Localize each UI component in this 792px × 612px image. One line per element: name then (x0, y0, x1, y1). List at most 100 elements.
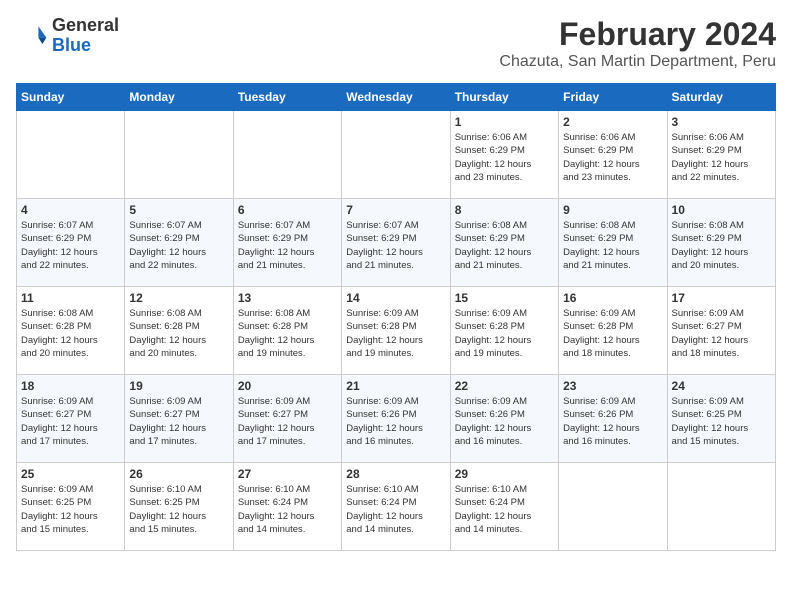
day-number: 1 (455, 115, 554, 129)
calendar-cell (17, 111, 125, 199)
header-tuesday: Tuesday (233, 84, 341, 111)
header-sunday: Sunday (17, 84, 125, 111)
day-info: Sunrise: 6:08 AM Sunset: 6:28 PM Dayligh… (21, 307, 120, 360)
day-info: Sunrise: 6:09 AM Sunset: 6:28 PM Dayligh… (346, 307, 445, 360)
day-number: 8 (455, 203, 554, 217)
day-number: 28 (346, 467, 445, 481)
day-info: Sunrise: 6:09 AM Sunset: 6:26 PM Dayligh… (346, 395, 445, 448)
day-info: Sunrise: 6:09 AM Sunset: 6:28 PM Dayligh… (455, 307, 554, 360)
day-number: 21 (346, 379, 445, 393)
calendar-cell: 6Sunrise: 6:07 AM Sunset: 6:29 PM Daylig… (233, 199, 341, 287)
day-info: Sunrise: 6:09 AM Sunset: 6:27 PM Dayligh… (21, 395, 120, 448)
day-number: 10 (672, 203, 771, 217)
calendar-week-2: 4 Sunrise: 6:07 AM Sunset: 6:29 PM Daylig… (17, 199, 776, 287)
header-friday: Friday (559, 84, 667, 111)
calendar-cell: 29 Sunrise: 6:10 AM Sunset: 6:24 PM Dayli… (450, 463, 558, 551)
calendar-cell: 19 Sunrise: 6:09 AM Sunset: 6:27 PM Dayli… (125, 375, 233, 463)
calendar-cell: 2 Sunrise: 6:06 AM Sunset: 6:29 PM Daylig… (559, 111, 667, 199)
calendar-week-4: 18 Sunrise: 6:09 AM Sunset: 6:27 PM Dayli… (17, 375, 776, 463)
day-number: 19 (129, 379, 228, 393)
day-info: Sunrise: 6:09 AM Sunset: 6:28 PM Dayligh… (563, 307, 662, 360)
day-info: Sunrise: 6:08 AM Sunset: 6:29 PM Dayligh… (672, 219, 771, 272)
day-info: Sunrise: 6:10 AM Sunset: 6:24 PM Dayligh… (455, 483, 554, 536)
day-info: Sunrise: 6:10 AM Sunset: 6:25 PM Dayligh… (129, 483, 228, 536)
day-number: 2 (563, 115, 662, 129)
logo-text: General Blue (52, 16, 119, 56)
day-number: 4 (21, 203, 120, 217)
day-info: Sunrise: 6:07 AM Sunset: 6:29 PM Dayligh… (346, 219, 445, 272)
page-header: General Blue February 2024 Chazuta, San … (16, 16, 776, 71)
calendar-cell (233, 111, 341, 199)
calendar-cell: 16 Sunrise: 6:09 AM Sunset: 6:28 PM Dayli… (559, 287, 667, 375)
calendar-cell: 20 Sunrise: 6:09 AM Sunset: 6:27 PM Dayli… (233, 375, 341, 463)
day-info: Sunrise: 6:07 AM Sunset: 6:29 PM Dayligh… (238, 219, 337, 272)
calendar-week-1: 1 Sunrise: 6:06 AM Sunset: 6:29 PM Daylig… (17, 111, 776, 199)
header-thursday: Thursday (450, 84, 558, 111)
day-number: 3 (672, 115, 771, 129)
day-number: 16 (563, 291, 662, 305)
calendar-cell: 3 Sunrise: 6:06 AM Sunset: 6:29 PM Daylig… (667, 111, 775, 199)
day-number: 20 (238, 379, 337, 393)
day-info: Sunrise: 6:09 AM Sunset: 6:27 PM Dayligh… (129, 395, 228, 448)
calendar-table: SundayMondayTuesdayWednesdayThursdayFrid… (16, 83, 776, 551)
title-section: February 2024 Chazuta, San Martin Depart… (499, 16, 776, 71)
day-number: 7 (346, 203, 445, 217)
day-info: Sunrise: 6:07 AM Sunset: 6:29 PM Dayligh… (129, 219, 228, 272)
calendar-cell: 1Sunrise: 6:06 AM Sunset: 6:29 PM Daylig… (450, 111, 558, 199)
day-number: 9 (563, 203, 662, 217)
day-number: 14 (346, 291, 445, 305)
calendar-cell: 27 Sunrise: 6:10 AM Sunset: 6:24 PM Dayli… (233, 463, 341, 551)
day-info: Sunrise: 6:08 AM Sunset: 6:29 PM Dayligh… (455, 219, 554, 272)
calendar-week-3: 11 Sunrise: 6:08 AM Sunset: 6:28 PM Dayli… (17, 287, 776, 375)
calendar-cell: 28 Sunrise: 6:10 AM Sunset: 6:24 PM Dayli… (342, 463, 450, 551)
calendar-cell: 15 Sunrise: 6:09 AM Sunset: 6:28 PM Dayli… (450, 287, 558, 375)
calendar-header-row: SundayMondayTuesdayWednesdayThursdayFrid… (17, 84, 776, 111)
day-info: Sunrise: 6:08 AM Sunset: 6:28 PM Dayligh… (238, 307, 337, 360)
day-number: 12 (129, 291, 228, 305)
day-info: Sunrise: 6:06 AM Sunset: 6:29 PM Dayligh… (563, 131, 662, 184)
day-number: 22 (455, 379, 554, 393)
calendar-cell: 21 Sunrise: 6:09 AM Sunset: 6:26 PM Dayli… (342, 375, 450, 463)
day-info: Sunrise: 6:09 AM Sunset: 6:25 PM Dayligh… (21, 483, 120, 536)
header-wednesday: Wednesday (342, 84, 450, 111)
day-info: Sunrise: 6:10 AM Sunset: 6:24 PM Dayligh… (346, 483, 445, 536)
day-info: Sunrise: 6:09 AM Sunset: 6:27 PM Dayligh… (238, 395, 337, 448)
day-number: 26 (129, 467, 228, 481)
header-monday: Monday (125, 84, 233, 111)
day-number: 27 (238, 467, 337, 481)
calendar-cell: 11 Sunrise: 6:08 AM Sunset: 6:28 PM Dayli… (17, 287, 125, 375)
day-number: 15 (455, 291, 554, 305)
calendar-cell: 10 Sunrise: 6:08 AM Sunset: 6:29 PM Dayli… (667, 199, 775, 287)
calendar-cell: 23 Sunrise: 6:09 AM Sunset: 6:26 PM Dayli… (559, 375, 667, 463)
logo: General Blue (16, 16, 119, 56)
header-saturday: Saturday (667, 84, 775, 111)
day-info: Sunrise: 6:06 AM Sunset: 6:29 PM Dayligh… (672, 131, 771, 184)
calendar-cell (667, 463, 775, 551)
calendar-cell: 18 Sunrise: 6:09 AM Sunset: 6:27 PM Dayli… (17, 375, 125, 463)
day-number: 29 (455, 467, 554, 481)
day-number: 13 (238, 291, 337, 305)
day-number: 18 (21, 379, 120, 393)
day-number: 23 (563, 379, 662, 393)
calendar-cell: 24Sunrise: 6:09 AM Sunset: 6:25 PM Dayli… (667, 375, 775, 463)
calendar-cell: 14 Sunrise: 6:09 AM Sunset: 6:28 PM Dayli… (342, 287, 450, 375)
day-info: Sunrise: 6:09 AM Sunset: 6:26 PM Dayligh… (455, 395, 554, 448)
day-info: Sunrise: 6:10 AM Sunset: 6:24 PM Dayligh… (238, 483, 337, 536)
calendar-cell: 12 Sunrise: 6:08 AM Sunset: 6:28 PM Dayli… (125, 287, 233, 375)
day-info: Sunrise: 6:09 AM Sunset: 6:27 PM Dayligh… (672, 307, 771, 360)
day-number: 5 (129, 203, 228, 217)
calendar-cell (125, 111, 233, 199)
calendar-cell: 4Sunrise: 6:07 AM Sunset: 6:29 PM Daylig… (17, 199, 125, 287)
calendar-cell: 25 Sunrise: 6:09 AM Sunset: 6:25 PM Dayli… (17, 463, 125, 551)
calendar-cell: 17 Sunrise: 6:09 AM Sunset: 6:27 PM Dayli… (667, 287, 775, 375)
calendar-cell (559, 463, 667, 551)
calendar-cell: 9Sunrise: 6:08 AM Sunset: 6:29 PM Daylig… (559, 199, 667, 287)
logo-icon (16, 20, 48, 52)
day-info: Sunrise: 6:09 AM Sunset: 6:26 PM Dayligh… (563, 395, 662, 448)
day-number: 25 (21, 467, 120, 481)
calendar-cell: 8 Sunrise: 6:08 AM Sunset: 6:29 PM Daylig… (450, 199, 558, 287)
day-number: 11 (21, 291, 120, 305)
day-number: 17 (672, 291, 771, 305)
day-number: 24 (672, 379, 771, 393)
day-info: Sunrise: 6:08 AM Sunset: 6:28 PM Dayligh… (129, 307, 228, 360)
